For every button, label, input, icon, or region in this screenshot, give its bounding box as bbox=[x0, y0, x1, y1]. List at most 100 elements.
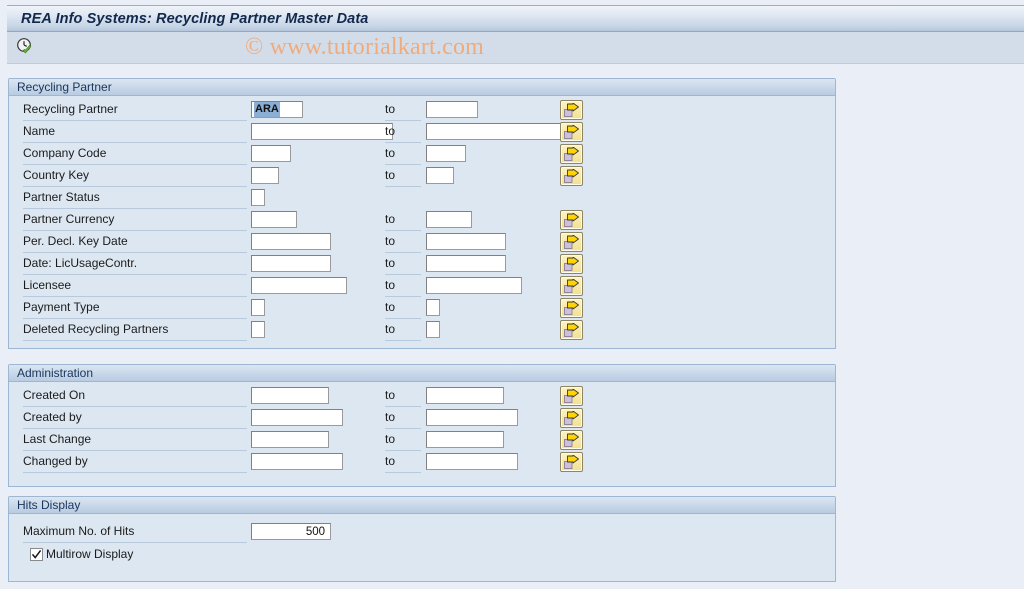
range-to-label: to bbox=[385, 276, 421, 297]
multiple-selection-button[interactable] bbox=[560, 452, 583, 472]
group-body-recycling-partner: Recycling Partner ARA to Name to Company Code… bbox=[9, 96, 835, 348]
range-to-label: to bbox=[385, 122, 421, 143]
arrow-right-icon bbox=[561, 257, 582, 272]
application-toolbar: © www.tutorialkart.com bbox=[7, 32, 1024, 64]
arrow-right-icon bbox=[561, 279, 582, 294]
multiple-selection-button[interactable] bbox=[560, 166, 583, 186]
range-to-label: to bbox=[385, 408, 421, 429]
field-low-input[interactable] bbox=[251, 255, 331, 272]
multiple-selection-button[interactable] bbox=[560, 122, 583, 142]
field-low-input[interactable] bbox=[251, 277, 347, 294]
field-label: Date: LicUsageContr. bbox=[23, 254, 247, 275]
field-label: Country Key bbox=[23, 166, 247, 187]
group-header-hits-display: Hits Display bbox=[9, 497, 835, 514]
field-high-input[interactable] bbox=[426, 255, 506, 272]
group-hits-display: Hits Display Maximum No. of Hits Multiro… bbox=[8, 496, 836, 582]
field-low-input[interactable] bbox=[251, 453, 343, 470]
group-body-hits-display: Maximum No. of Hits Multirow Display bbox=[9, 514, 835, 581]
field-high-input[interactable] bbox=[426, 387, 504, 404]
multiple-selection-button[interactable] bbox=[560, 276, 583, 296]
maximum-hits-label: Maximum No. of Hits bbox=[23, 522, 247, 543]
arrow-right-icon bbox=[561, 103, 582, 118]
field-low-input[interactable] bbox=[251, 145, 291, 162]
field-low-value: ARA bbox=[254, 102, 280, 117]
field-low-input[interactable] bbox=[251, 211, 297, 228]
field-label: Created by bbox=[23, 408, 247, 429]
field-low-input[interactable] bbox=[251, 321, 265, 338]
group-header-recycling-partner: Recycling Partner bbox=[9, 79, 835, 96]
field-low-input[interactable] bbox=[251, 233, 331, 250]
range-to-label: to bbox=[385, 430, 421, 451]
multiple-selection-button[interactable] bbox=[560, 254, 583, 274]
field-label: Payment Type bbox=[23, 298, 247, 319]
multirow-display-checkbox-row[interactable]: Multirow Display bbox=[30, 547, 133, 561]
multiple-selection-button[interactable] bbox=[560, 232, 583, 252]
field-low-input[interactable] bbox=[251, 431, 329, 448]
range-to-label: to bbox=[385, 452, 421, 473]
range-to-label: to bbox=[385, 320, 421, 341]
arrow-right-icon bbox=[561, 235, 582, 250]
multirow-display-checkbox[interactable] bbox=[30, 547, 43, 561]
field-high-input[interactable] bbox=[426, 321, 440, 338]
range-to-label: to bbox=[385, 386, 421, 407]
arrow-right-icon bbox=[561, 125, 582, 140]
field-low-input[interactable] bbox=[251, 189, 265, 206]
group-recycling-partner: Recycling Partner Recycling Partner ARA to… bbox=[8, 78, 836, 349]
arrow-right-icon bbox=[561, 389, 582, 404]
arrow-right-icon bbox=[561, 213, 582, 228]
range-to-label: to bbox=[385, 254, 421, 275]
watermark-text: © www.tutorialkart.com bbox=[245, 34, 485, 60]
multiple-selection-button[interactable] bbox=[560, 298, 583, 318]
arrow-right-icon bbox=[561, 433, 582, 448]
group-title: Hits Display bbox=[17, 498, 81, 512]
field-label: Partner Status bbox=[23, 188, 247, 209]
arrow-right-icon bbox=[561, 455, 582, 470]
multiple-selection-button[interactable] bbox=[560, 430, 583, 450]
field-high-input[interactable] bbox=[426, 101, 478, 118]
multiple-selection-button[interactable] bbox=[560, 408, 583, 428]
field-high-input[interactable] bbox=[426, 277, 522, 294]
execute-button[interactable] bbox=[12, 35, 38, 60]
field-high-input[interactable] bbox=[426, 453, 518, 470]
field-label: Deleted Recycling Partners bbox=[23, 320, 247, 341]
field-low-input[interactable] bbox=[251, 167, 279, 184]
field-high-input[interactable] bbox=[426, 431, 504, 448]
field-label: Last Change bbox=[23, 430, 247, 451]
multiple-selection-button[interactable] bbox=[560, 210, 583, 230]
multiple-selection-button[interactable] bbox=[560, 100, 583, 120]
group-body-administration: Created On to Created by to Last Change to Cha… bbox=[9, 382, 835, 486]
multiple-selection-button[interactable] bbox=[560, 144, 583, 164]
multiple-selection-button[interactable] bbox=[560, 386, 583, 406]
window-title-bar: REA Info Systems: Recycling Partner Mast… bbox=[7, 5, 1024, 32]
field-label: Licensee bbox=[23, 276, 247, 297]
field-low-input[interactable] bbox=[251, 387, 329, 404]
field-low-input[interactable] bbox=[251, 299, 265, 316]
field-high-input[interactable] bbox=[426, 211, 472, 228]
field-high-input[interactable] bbox=[426, 145, 466, 162]
field-low-input[interactable]: ARA bbox=[251, 101, 303, 118]
group-title: Recycling Partner bbox=[17, 80, 112, 94]
selection-screen: Recycling Partner Recycling Partner ARA to… bbox=[0, 64, 1024, 589]
range-to-label: to bbox=[385, 232, 421, 253]
field-high-input[interactable] bbox=[426, 123, 568, 140]
range-to-label: to bbox=[385, 166, 421, 187]
field-high-input[interactable] bbox=[426, 409, 518, 426]
field-high-input[interactable] bbox=[426, 233, 506, 250]
arrow-right-icon bbox=[561, 301, 582, 316]
field-low-input[interactable] bbox=[251, 123, 393, 140]
field-high-input[interactable] bbox=[426, 299, 440, 316]
field-label: Per. Decl. Key Date bbox=[23, 232, 247, 253]
field-label: Company Code bbox=[23, 144, 247, 165]
field-label: Created On bbox=[23, 386, 247, 407]
range-to-label: to bbox=[385, 100, 421, 121]
maximum-hits-input[interactable] bbox=[251, 523, 331, 540]
field-low-input[interactable] bbox=[251, 409, 343, 426]
arrow-right-icon bbox=[561, 147, 582, 162]
field-label: Name bbox=[23, 122, 247, 143]
multiple-selection-button[interactable] bbox=[560, 320, 583, 340]
arrow-right-icon bbox=[561, 169, 582, 184]
field-label: Partner Currency bbox=[23, 210, 247, 231]
group-administration: Administration Created On to Created by to L… bbox=[8, 364, 836, 487]
field-high-input[interactable] bbox=[426, 167, 454, 184]
field-label: Recycling Partner bbox=[23, 100, 247, 121]
